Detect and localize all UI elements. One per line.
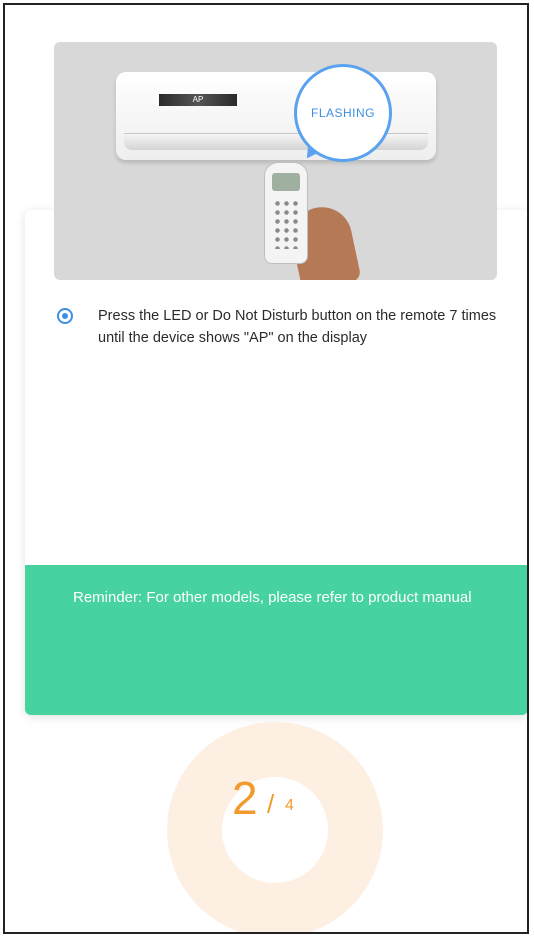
step-total: 4 — [285, 797, 294, 814]
instruction-item[interactable]: Press the LED or Do Not Disturb button o… — [57, 305, 497, 349]
flashing-bubble: FLASHING — [294, 64, 392, 162]
reminder-text: Reminder: For other models, please refer… — [73, 589, 472, 606]
step-separator: / — [267, 789, 275, 819]
radio-selected-icon[interactable] — [57, 308, 73, 324]
step-current: 2 — [232, 772, 258, 824]
remote-control-icon — [264, 162, 308, 264]
flashing-label: FLASHING — [310, 106, 375, 120]
instruction-card: Press the LED or Do Not Disturb button o… — [25, 210, 527, 715]
remote-buttons — [273, 199, 299, 249]
ac-illustration: AP FLASHING — [54, 42, 497, 280]
remote-screen — [272, 173, 300, 191]
instruction-text: Press the LED or Do Not Disturb button o… — [98, 308, 497, 346]
screen-frame: Press the LED or Do Not Disturb button o… — [3, 3, 529, 934]
reminder-banner: Reminder: For other models, please refer… — [25, 565, 527, 715]
step-indicator: 2 / 4 — [227, 775, 327, 835]
ac-display: AP — [159, 94, 237, 106]
